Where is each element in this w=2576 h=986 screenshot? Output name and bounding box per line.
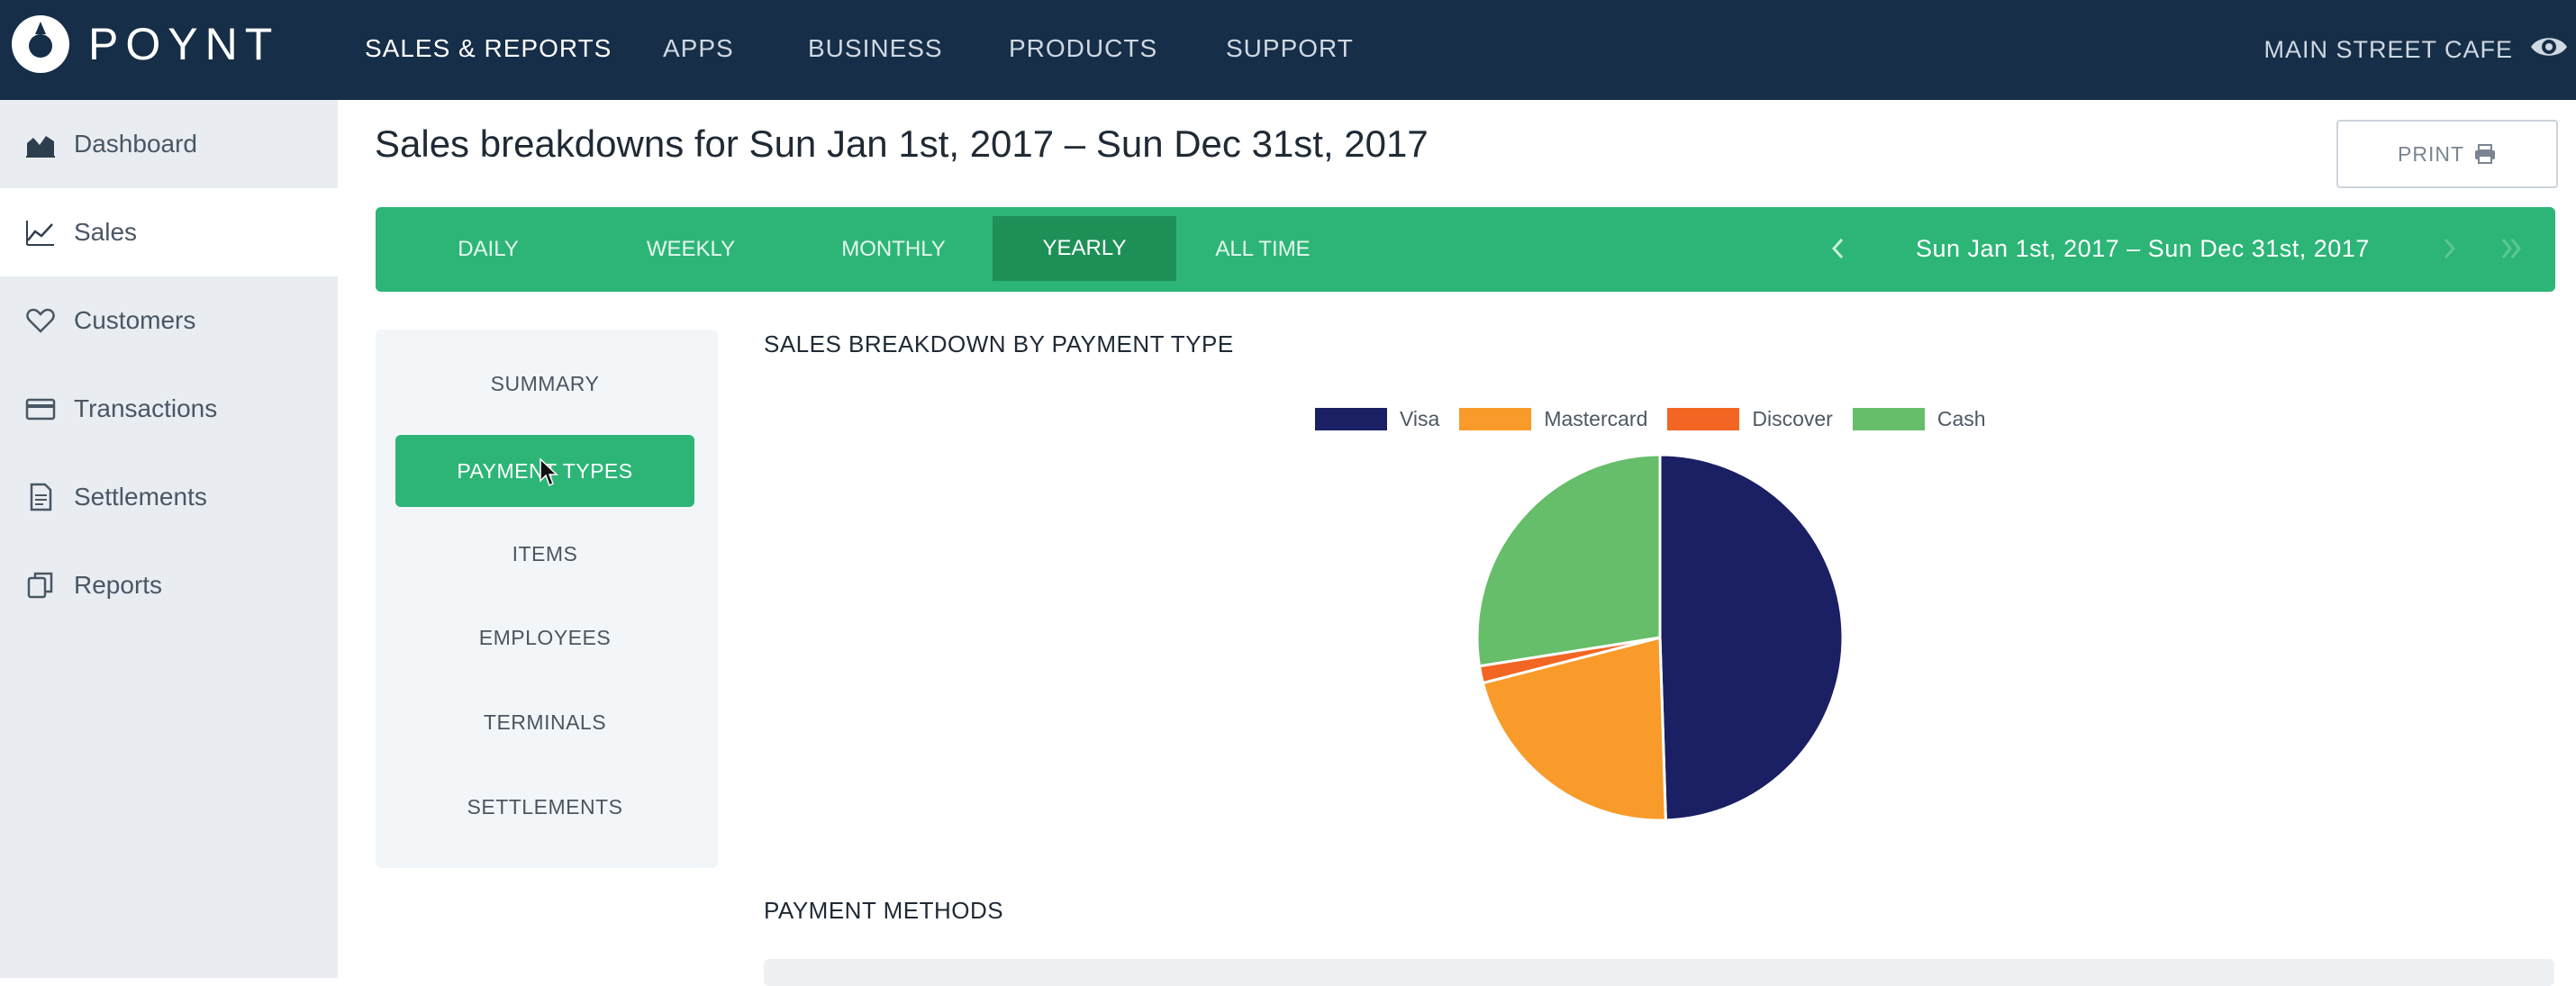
payment-methods-heading: PAYMENT METHODS: [764, 897, 1004, 924]
legend-label: Visa: [1400, 407, 1440, 430]
legend-swatch: [1459, 408, 1532, 430]
legend-label: Discover: [1752, 407, 1833, 430]
sidebar-item-label: Transactions: [74, 394, 218, 422]
legend-item-cash[interactable]: Cash: [1852, 407, 1986, 431]
sidebar-item-transactions[interactable]: Transactions: [0, 365, 338, 453]
sidebar-item-reports[interactable]: Reports: [0, 541, 338, 629]
print-button-label: PRINT: [2398, 141, 2464, 166]
legend-item-discover[interactable]: Discover: [1667, 407, 1833, 431]
printer-icon: [2475, 144, 2495, 164]
subnav-employees[interactable]: EMPLOYEES: [395, 602, 694, 674]
line-chart-icon: [26, 221, 54, 246]
sidebar-item-settlements[interactable]: Settlements: [0, 453, 338, 541]
nav-business[interactable]: BUSINESS: [808, 34, 943, 63]
document-icon: [30, 483, 52, 511]
legend-swatch: [1852, 408, 1925, 430]
subnav-terminals[interactable]: TERMINALS: [395, 686, 694, 758]
sidebar-item-label: Settlements: [74, 483, 207, 511]
payment-type-pie-chart: [1475, 453, 1845, 822]
breakdown-heading: SALES BREAKDOWN BY PAYMENT TYPE: [764, 330, 1234, 357]
brand-logo[interactable]: POYNT: [9, 13, 279, 76]
chart-legend: Visa Mastercard Discover Cash: [1315, 407, 2006, 431]
print-button[interactable]: PRINT: [2336, 120, 2558, 188]
legend-item-mastercard[interactable]: Mastercard: [1459, 407, 1647, 431]
sidebar-item-label: Reports: [74, 571, 163, 599]
brand-name: POYNT: [88, 19, 280, 69]
store-name[interactable]: MAIN STREET CAFE: [2263, 36, 2513, 64]
subnav-items[interactable]: ITEMS: [395, 518, 694, 590]
sidebar: Dashboard Sales Customers Transactions S…: [0, 100, 338, 978]
copy-icon: [27, 572, 53, 599]
pie-slice-cash[interactable]: [1475, 453, 1662, 668]
tab-all-time[interactable]: ALL TIME: [1168, 207, 1357, 292]
eye-icon[interactable]: [2529, 32, 2569, 61]
sidebar-item-label: Sales: [74, 218, 138, 246]
tab-daily[interactable]: DAILY: [376, 207, 601, 292]
nav-sales-reports[interactable]: SALES & REPORTS: [365, 34, 612, 63]
nav-products[interactable]: PRODUCTS: [1009, 34, 1157, 63]
credit-card-icon: [25, 398, 56, 421]
legend-swatch: [1667, 408, 1740, 430]
legend-swatch: [1315, 408, 1387, 430]
sidebar-item-label: Dashboard: [74, 130, 197, 158]
nav-apps[interactable]: APPS: [663, 34, 734, 63]
area-chart-icon: [26, 136, 55, 158]
legend-label: Mastercard: [1544, 407, 1648, 430]
date-range-label: Sun Jan 1st, 2017 – Sun Dec 31st, 2017: [1916, 235, 2370, 262]
sidebar-item-dashboard[interactable]: Dashboard: [0, 100, 338, 188]
top-navigation-bar: POYNT SALES & REPORTS APPS BUSINESS PROD…: [0, 0, 2576, 100]
sidebar-item-sales[interactable]: Sales: [0, 188, 338, 276]
tab-yearly[interactable]: YEARLY: [993, 216, 1176, 281]
poynt-logo-icon: [12, 15, 69, 73]
double-chevron-right-icon[interactable]: [2498, 234, 2525, 263]
legend-item-visa[interactable]: Visa: [1315, 407, 1439, 431]
chevron-right-icon[interactable]: [2438, 234, 2460, 263]
sidebar-item-label: Customers: [74, 306, 196, 334]
chevron-left-icon[interactable]: [1828, 234, 1849, 263]
pie-slice-visa[interactable]: [1658, 453, 1845, 822]
legend-label: Cash: [1937, 407, 1986, 430]
sidebar-item-customers[interactable]: Customers: [0, 276, 338, 365]
payment-methods-table: [764, 959, 2554, 986]
heart-icon: [26, 308, 55, 333]
page-title: Sales breakdowns for Sun Jan 1st, 2017 –…: [375, 122, 1429, 165]
nav-support[interactable]: SUPPORT: [1226, 34, 1354, 63]
mouse-cursor-icon: [540, 457, 558, 487]
subnav-settlements[interactable]: SETTLEMENTS: [395, 771, 694, 843]
period-tab-bar: DAILY WEEKLY MONTHLY YEARLY ALL TIME Sun…: [376, 207, 2555, 292]
tab-weekly[interactable]: WEEKLY: [592, 207, 790, 292]
subnav-summary[interactable]: SUMMARY: [395, 348, 694, 420]
tab-monthly[interactable]: MONTHLY: [772, 207, 1015, 292]
report-subnav: SUMMARY PAYMENT TYPES ITEMS EMPLOYEES TE…: [376, 330, 718, 868]
